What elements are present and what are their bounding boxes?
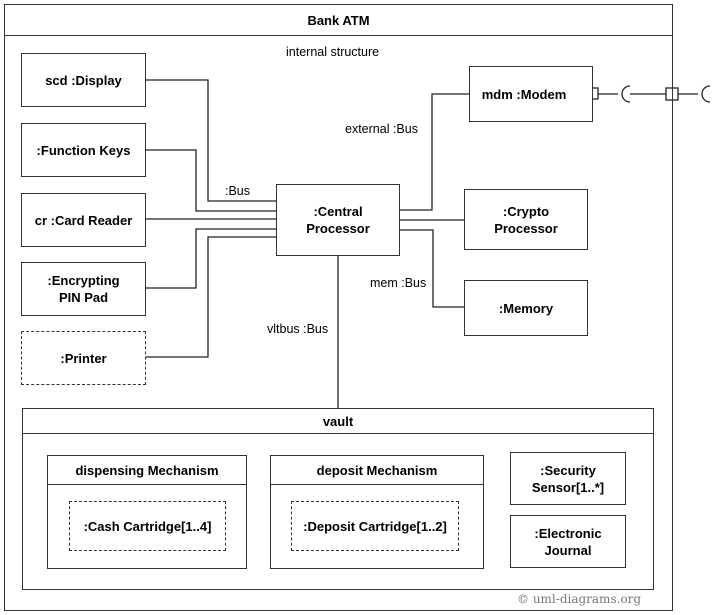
pin-pad-part[interactable]: :Encrypting PIN Pad: [21, 262, 146, 316]
vltbus-label: vltbus :Bus: [267, 322, 329, 336]
crypto-processor-label-line2: Processor: [494, 220, 558, 236]
pin-pad-label-line1: :Encrypting: [47, 273, 120, 288]
function-keys-part[interactable]: :Function Keys: [21, 123, 146, 177]
vault-title: vault: [322, 413, 354, 429]
mem-bus-label: mem :Bus: [370, 276, 427, 290]
display-part-label: scd :Display: [45, 72, 122, 88]
deposit-mechanism-title: deposit Mechanism: [316, 462, 438, 478]
security-sensor-label-line1: :Security: [540, 462, 596, 478]
deposit-cartridge-label: :Deposit Cartridge[1..2]: [303, 518, 447, 534]
printer-part-label: :Printer: [60, 350, 107, 366]
card-reader-part[interactable]: cr :Card Reader: [21, 193, 146, 247]
card-reader-part-label: cr :Card Reader: [34, 212, 133, 228]
function-keys-part-label: :Function Keys: [36, 142, 131, 158]
dispensing-mechanism-title: dispensing Mechanism: [75, 462, 219, 478]
bank-atm-title: Bank ATM: [307, 12, 370, 28]
deposit-cartridge-part[interactable]: :Deposit Cartridge[1..2]: [291, 501, 459, 551]
electronic-journal-label-line1: :Electronic: [534, 525, 602, 541]
electronic-journal-part[interactable]: :Electronic Journal: [510, 515, 626, 568]
socket-icon: [701, 85, 711, 103]
electronic-journal-label-line2: Journal: [544, 542, 592, 558]
central-processor-part[interactable]: :Central Processor: [276, 184, 400, 256]
printer-part[interactable]: :Printer: [21, 331, 146, 385]
memory-part-label: :Memory: [498, 300, 554, 316]
security-sensor-label-line2: Sensor[1..*]: [531, 479, 605, 495]
crypto-processor-part[interactable]: :Crypto Processor: [464, 189, 588, 250]
central-processor-label-line1: :Central: [313, 204, 363, 219]
memory-part[interactable]: :Memory: [464, 280, 588, 336]
cash-cartridge-part[interactable]: :Cash Cartridge[1..4]: [69, 501, 226, 551]
security-sensor-part[interactable]: :Security Sensor[1..*]: [510, 452, 626, 505]
bus-label: :Bus: [225, 184, 251, 198]
title-divider: [4, 35, 673, 36]
central-processor-label-line2: Processor: [306, 221, 370, 236]
dispensing-divider: [47, 484, 247, 485]
display-part[interactable]: scd :Display: [21, 53, 146, 107]
external-bus-label: external :Bus: [345, 122, 418, 136]
copyright-notice: © uml-diagrams.org: [517, 592, 642, 606]
crypto-processor-label-line1: :Crypto: [502, 203, 550, 219]
compartment-label: internal structure: [286, 45, 380, 59]
modem-part-label: mdm :Modem: [481, 86, 567, 102]
pin-pad-label-line2: PIN Pad: [58, 290, 109, 305]
deposit-divider: [270, 484, 484, 485]
vault-divider: [22, 433, 654, 434]
cash-cartridge-label: :Cash Cartridge[1..4]: [83, 518, 212, 534]
modem-part[interactable]: mdm :Modem: [469, 66, 593, 122]
